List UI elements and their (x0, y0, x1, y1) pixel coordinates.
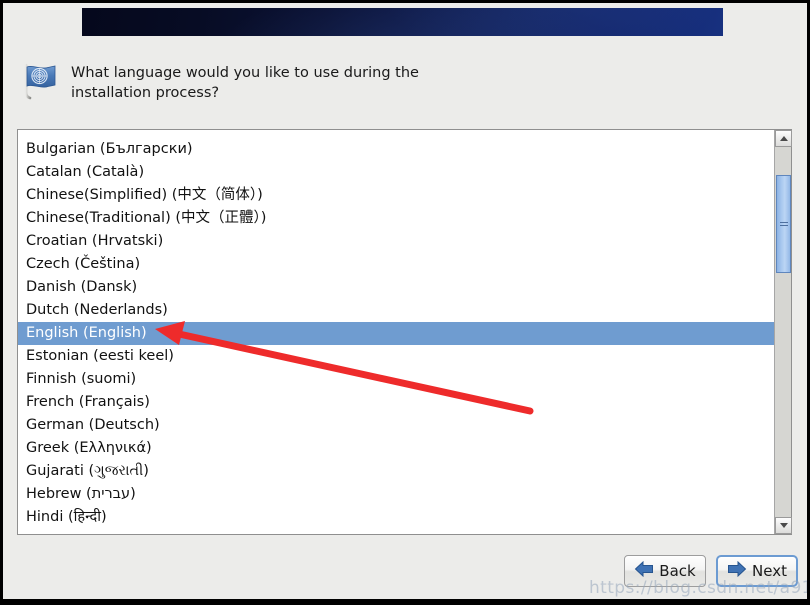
scrollbar-thumb[interactable] (776, 175, 791, 273)
language-list-item[interactable]: Chinese(Traditional) (中文（正體）) (18, 207, 774, 230)
chevron-up-icon[interactable] (775, 130, 792, 147)
language-list-item[interactable]: German (Deutsch) (18, 414, 774, 437)
language-list-item[interactable]: English (English) (18, 322, 774, 345)
chevron-down-glyph (779, 523, 788, 528)
language-list-item[interactable]: Hebrew (עברית) (18, 483, 774, 506)
thumb-grip-line (779, 222, 788, 223)
thumb-grip-line (779, 225, 788, 226)
language-list-item[interactable]: Czech (Čeština) (18, 253, 774, 276)
language-list-item[interactable]: Croatian (Hrvatski) (18, 230, 774, 253)
language-list-item[interactable]: Gujarati (ગુજરાતી) (18, 460, 774, 483)
language-list-item[interactable]: Dutch (Nederlands) (18, 299, 774, 322)
installer-window: What language would you like to use duri… (3, 3, 807, 599)
question-text: What language would you like to use duri… (71, 65, 419, 101)
chevron-down-icon[interactable] (775, 517, 792, 534)
language-list-item[interactable]: Greek (Ελληνικά) (18, 437, 774, 460)
language-list-item[interactable]: Hindi (हिन्दी) (18, 506, 774, 529)
language-list-item[interactable]: Estonian (eesti keel) (18, 345, 774, 368)
chevron-up-glyph (779, 136, 788, 141)
language-list-item[interactable]: French (Français) (18, 391, 774, 414)
question-header: What language would you like to use duri… (17, 55, 777, 113)
language-list-item[interactable]: Danish (Dansk) (18, 276, 774, 299)
installer-banner (82, 8, 723, 36)
language-list-item[interactable]: Chinese(Simplified) (中文（简体）) (18, 184, 774, 207)
un-flag-icon (17, 59, 61, 103)
language-list-item[interactable]: Catalan (Català) (18, 161, 774, 184)
watermark: https://blog.csdn.net/a913853 (589, 578, 807, 598)
language-list-item[interactable]: Bulgarian (Български) (18, 138, 774, 161)
list-scrollbar[interactable] (774, 130, 792, 534)
language-list[interactable]: Bulgarian (Български) Catalan (Català) Chi… (18, 130, 774, 534)
language-list-item[interactable]: Finnish (suomi) (18, 368, 774, 391)
language-list-frame: Bulgarian (Български) Catalan (Català) Chi… (17, 129, 792, 535)
